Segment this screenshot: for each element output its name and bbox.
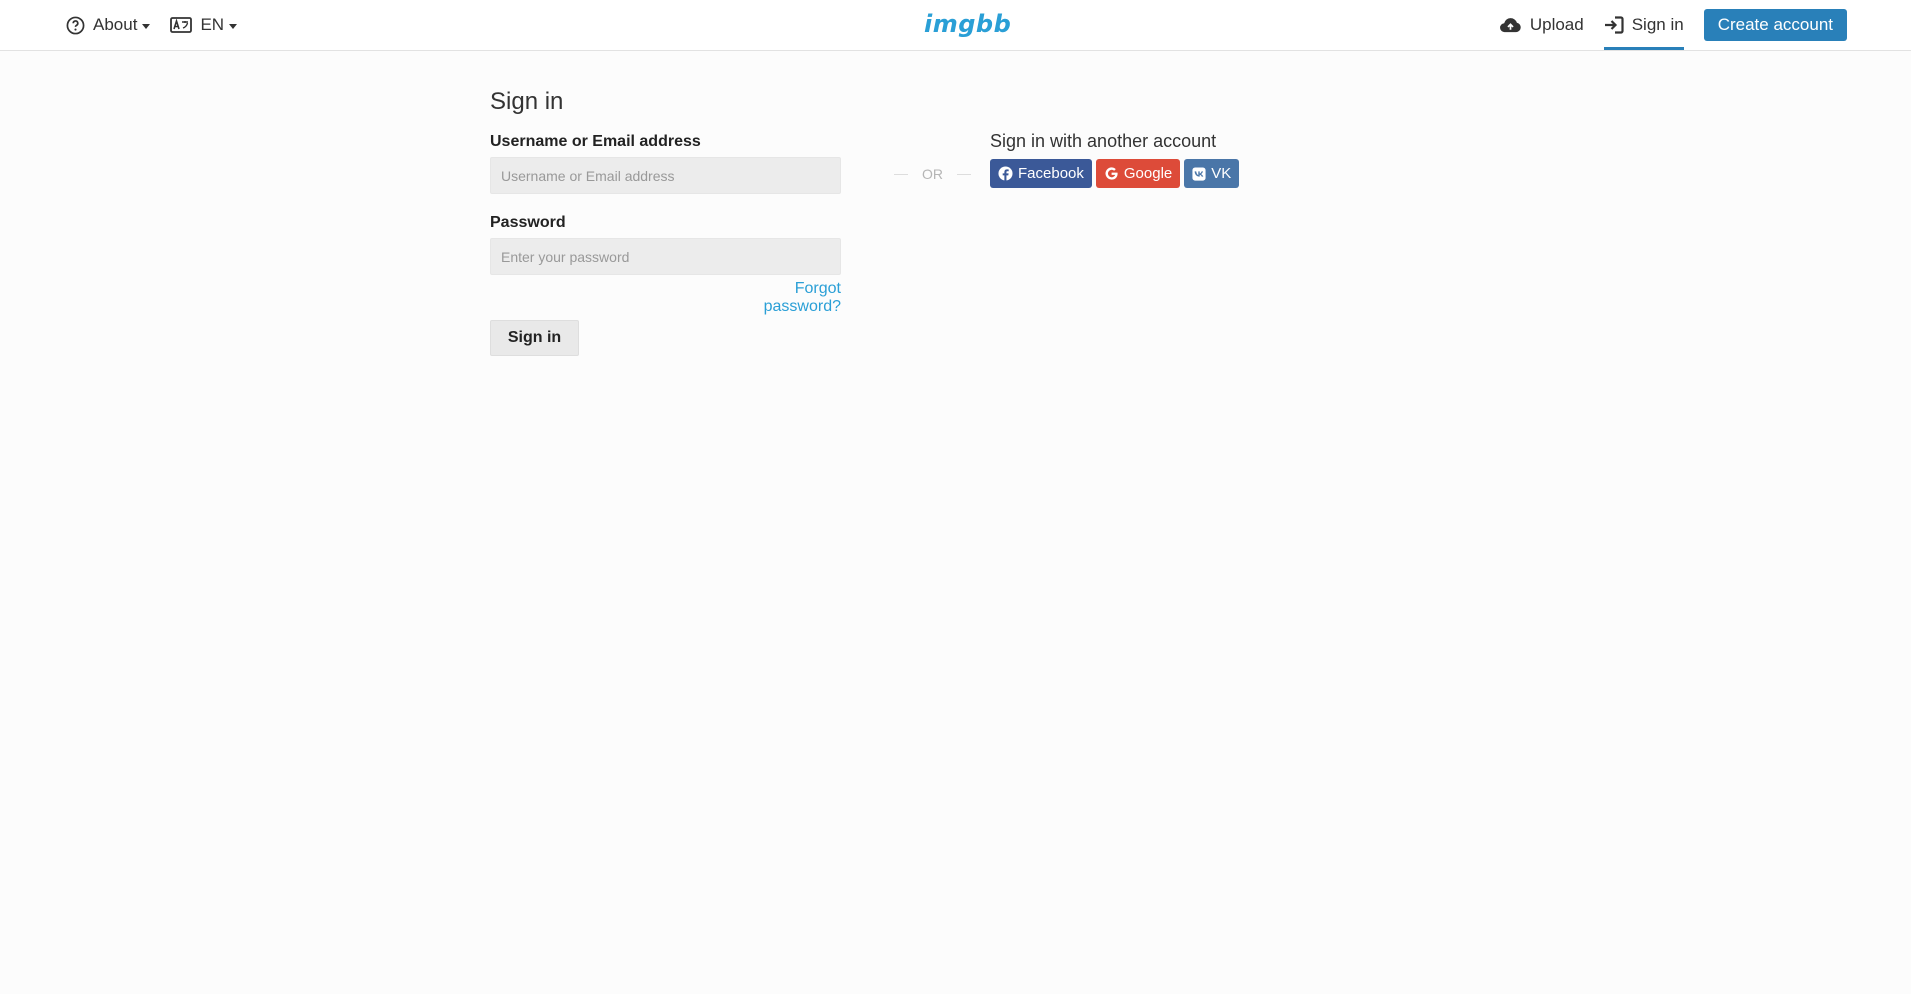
language-label: EN bbox=[200, 15, 225, 34]
upload-button[interactable]: Upload bbox=[1499, 0, 1584, 50]
upload-label: Upload bbox=[1529, 15, 1584, 34]
facebook-icon bbox=[998, 166, 1013, 181]
help-circle-icon bbox=[66, 16, 85, 34]
google-signin-button[interactable]: Google bbox=[1095, 159, 1181, 188]
chevron-down-icon bbox=[229, 23, 238, 29]
sign-in-icon bbox=[1604, 16, 1624, 34]
google-label: Google bbox=[1123, 165, 1173, 182]
cloud-upload-icon bbox=[1499, 17, 1521, 32]
separator-line bbox=[957, 173, 971, 175]
forgot-password-link[interactable]: Forgot password? bbox=[718, 280, 841, 316]
imgbb-logo[interactable]: imgbb bbox=[924, 10, 1011, 38]
signin-nav-button[interactable]: Sign in bbox=[1603, 0, 1684, 50]
alt-signin-title: Sign in with another account bbox=[990, 131, 1217, 151]
signin-submit-button[interactable]: Sign in bbox=[490, 320, 579, 356]
vk-icon bbox=[1192, 166, 1206, 181]
vk-label: VK bbox=[1211, 165, 1232, 182]
facebook-signin-button[interactable]: Facebook bbox=[990, 159, 1092, 188]
language-icon bbox=[170, 17, 193, 33]
password-label: Password bbox=[490, 214, 566, 231]
about-label: About bbox=[93, 15, 138, 34]
or-separator: OR bbox=[880, 166, 985, 182]
signin-nav-label: Sign in bbox=[1631, 15, 1684, 34]
chevron-down-icon bbox=[142, 23, 151, 29]
or-label: OR bbox=[922, 166, 943, 182]
about-menu[interactable]: About bbox=[66, 0, 151, 50]
facebook-label: Facebook bbox=[1018, 165, 1084, 182]
password-input[interactable] bbox=[490, 238, 841, 275]
google-icon bbox=[1105, 167, 1118, 180]
username-label: Username or Email address bbox=[490, 133, 701, 150]
page-title: Sign in bbox=[490, 88, 564, 115]
create-account-button[interactable]: Create account bbox=[1703, 9, 1847, 41]
language-menu[interactable]: EN bbox=[170, 0, 238, 50]
username-input[interactable] bbox=[490, 157, 841, 194]
separator-line bbox=[894, 173, 908, 175]
vk-signin-button[interactable]: VK bbox=[1184, 159, 1240, 188]
nav-right: Upload Sign in Create account bbox=[1479, 0, 1847, 50]
nav-left: About EN bbox=[66, 0, 257, 50]
top-bar: About EN imgbb Upload Sign in Create acc… bbox=[0, 0, 1911, 51]
social-buttons: Facebook Google VK bbox=[990, 159, 1243, 188]
